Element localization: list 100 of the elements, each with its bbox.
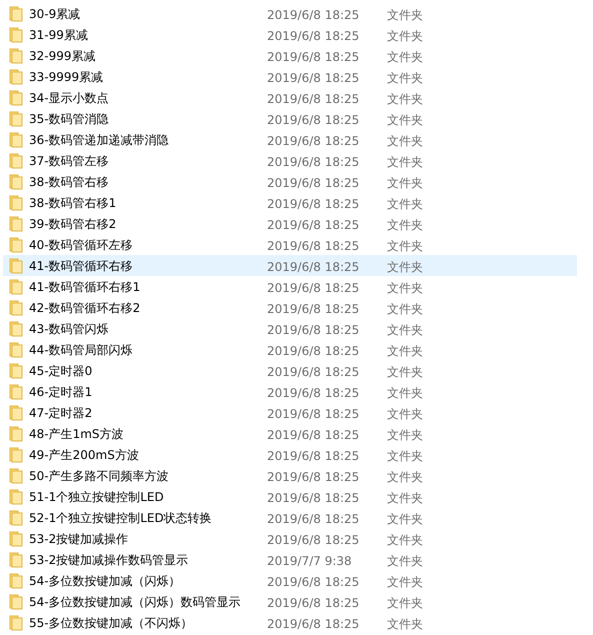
file-name: 43-数码管闪烁	[29, 320, 109, 338]
file-row[interactable]: 30-9累减 2019/6/8 18:25 文件夹	[3, 3, 577, 24]
modified-date: 2019/6/8 18:25	[267, 260, 360, 274]
folder-icon	[9, 426, 23, 442]
folder-icon	[9, 552, 23, 568]
file-row[interactable]: 49-产生200mS方波 2019/6/8 18:25 文件夹	[3, 444, 577, 465]
file-name: 46-定时器1	[29, 384, 92, 400]
modified-date: 2019/6/8 18:25	[267, 344, 360, 358]
file-row[interactable]: 38-数码管右移1 2019/6/8 18:25 文件夹	[3, 192, 577, 213]
file-name: 39-数码管右移2	[29, 216, 116, 232]
file-type: 文件夹	[387, 176, 423, 190]
file-row[interactable]: 39-数码管右移2 2019/6/8 18:25 文件夹	[3, 213, 577, 234]
folder-icon	[9, 468, 23, 484]
file-row[interactable]: 42-数码管循环右移2 2019/6/8 18:25 文件夹	[3, 297, 577, 318]
folder-icon	[9, 278, 23, 294]
file-name: 47-定时器2	[29, 404, 92, 422]
file-row[interactable]: 44-数码管局部闪烁 2019/6/8 18:25 文件夹	[3, 339, 577, 360]
modified-date: 2019/6/8 18:25	[267, 154, 360, 168]
folder-icon	[9, 488, 23, 504]
file-row[interactable]: 32-999累减 2019/6/8 18:25 文件夹	[3, 45, 577, 66]
folder-icon	[9, 152, 23, 168]
modified-date: 2019/6/8 18:25	[267, 302, 360, 316]
file-row[interactable]: 34-显示小数点 2019/6/8 18:25 文件夹	[3, 87, 577, 108]
modified-date: 2019/6/8 18:25	[267, 364, 360, 378]
modified-date: 2019/6/8 18:25	[267, 428, 360, 442]
file-name: 37-数码管左移	[29, 152, 109, 170]
file-name: 35-数码管消隐	[29, 110, 109, 128]
file-name: 54-多位数按键加减（闪烁）数码管显示	[29, 594, 241, 610]
file-row[interactable]: 48-产生1mS方波 2019/6/8 18:25 文件夹	[3, 423, 577, 444]
modified-date: 2019/6/8 18:25	[267, 406, 360, 420]
file-row[interactable]: 50-产生多路不同频率方波 2019/6/8 18:25 文件夹	[3, 465, 577, 486]
file-type: 文件夹	[387, 386, 423, 400]
folder-icon	[9, 132, 23, 148]
file-type: 文件夹	[387, 8, 423, 22]
folder-icon	[9, 320, 23, 336]
file-row[interactable]: 38-数码管右移 2019/6/8 18:25 文件夹	[3, 171, 577, 192]
file-row[interactable]: 41-数码管循环右移 2019/6/8 18:25 文件夹	[3, 255, 577, 276]
file-row[interactable]: 53-2按键加减操作数码管显示 2019/7/7 9:38 文件夹	[3, 549, 577, 570]
file-row[interactable]: 46-定时器1 2019/6/8 18:25 文件夹	[3, 381, 577, 402]
modified-date: 2019/6/8 18:25	[267, 238, 360, 252]
file-row[interactable]: 51-1个独立按键控制LED 2019/6/8 18:25 文件夹	[3, 486, 577, 507]
file-name: 50-产生多路不同频率方波	[29, 468, 169, 484]
modified-date: 2019/6/8 18:25	[267, 8, 360, 22]
file-name: 45-定时器0	[29, 362, 92, 380]
file-type: 文件夹	[387, 616, 423, 630]
file-name: 42-数码管循环右移2	[29, 300, 140, 316]
file-row[interactable]: 37-数码管左移 2019/6/8 18:25 文件夹	[3, 150, 577, 171]
folder-icon	[9, 110, 23, 126]
modified-date: 2019/6/8 18:25	[267, 448, 360, 462]
file-row[interactable]: 35-数码管消隐 2019/6/8 18:25 文件夹	[3, 108, 577, 129]
file-row[interactable]: 36-数码管递加递减带消隐 2019/6/8 18:25 文件夹	[3, 129, 577, 150]
file-row[interactable]: 41-数码管循环右移1 2019/6/8 18:25 文件夹	[3, 276, 577, 297]
file-name: 54-多位数按键加减（闪烁）	[29, 572, 181, 590]
file-row[interactable]: 55-多位数按键加减（不闪烁） 2019/6/8 18:25 文件夹	[3, 612, 577, 633]
file-row[interactable]: 47-定时器2 2019/6/8 18:25 文件夹	[3, 402, 577, 423]
modified-date: 2019/6/8 18:25	[267, 28, 360, 42]
file-type: 文件夹	[387, 406, 423, 420]
folder-icon	[9, 362, 23, 378]
folder-icon	[9, 194, 23, 210]
modified-date: 2019/6/8 18:25	[267, 616, 360, 630]
folder-icon	[9, 26, 23, 42]
file-row[interactable]: 40-数码管循环左移 2019/6/8 18:25 文件夹	[3, 234, 577, 255]
modified-date: 2019/6/8 18:25	[267, 490, 360, 504]
file-name: 38-数码管右移	[29, 174, 109, 190]
modified-date: 2019/6/8 18:25	[267, 596, 360, 610]
folder-icon	[9, 236, 23, 252]
file-row[interactable]: 45-定时器0 2019/6/8 18:25 文件夹	[3, 360, 577, 381]
modified-date: 2019/6/8 18:25	[267, 386, 360, 400]
file-name: 48-产生1mS方波	[29, 426, 124, 442]
file-row[interactable]: 53-2按键加减操作 2019/6/8 18:25 文件夹	[3, 528, 577, 549]
file-name: 53-2按键加减操作	[29, 530, 128, 548]
file-name: 41-数码管循环右移1	[29, 278, 140, 296]
file-row[interactable]: 43-数码管闪烁 2019/6/8 18:25 文件夹	[3, 318, 577, 339]
file-type: 文件夹	[387, 554, 423, 568]
folder-icon	[9, 90, 23, 106]
folder-icon	[9, 300, 23, 316]
file-type: 文件夹	[387, 448, 423, 462]
file-name: 38-数码管右移1	[29, 194, 116, 212]
folder-icon	[9, 446, 23, 462]
file-type: 文件夹	[387, 364, 423, 378]
file-row[interactable]: 52-1个独立按键控制LED状态转换 2019/6/8 18:25 文件夹	[3, 507, 577, 528]
modified-date: 2019/7/7 9:38	[267, 554, 352, 568]
modified-date: 2019/6/8 18:25	[267, 70, 360, 84]
file-name: 53-2按键加减操作数码管显示	[29, 552, 188, 568]
file-row[interactable]: 31-99累减 2019/6/8 18:25 文件夹	[3, 24, 577, 45]
file-name: 41-数码管循环右移	[29, 258, 133, 274]
file-name: 34-显示小数点	[29, 90, 109, 106]
folder-icon	[9, 594, 23, 610]
modified-date: 2019/6/8 18:25	[267, 512, 360, 526]
file-name: 44-数码管局部闪烁	[29, 342, 133, 358]
file-type: 文件夹	[387, 196, 423, 210]
file-type: 文件夹	[387, 280, 423, 294]
file-type: 文件夹	[387, 238, 423, 252]
file-type: 文件夹	[387, 428, 423, 442]
modified-date: 2019/6/8 18:25	[267, 280, 360, 294]
file-type: 文件夹	[387, 92, 423, 106]
file-row[interactable]: 54-多位数按键加减（闪烁） 2019/6/8 18:25 文件夹	[3, 570, 577, 591]
file-row[interactable]: 33-9999累减 2019/6/8 18:25 文件夹	[3, 66, 577, 87]
folder-icon	[9, 216, 23, 232]
file-row[interactable]: 54-多位数按键加减（闪烁）数码管显示 2019/6/8 18:25 文件夹	[3, 591, 577, 612]
